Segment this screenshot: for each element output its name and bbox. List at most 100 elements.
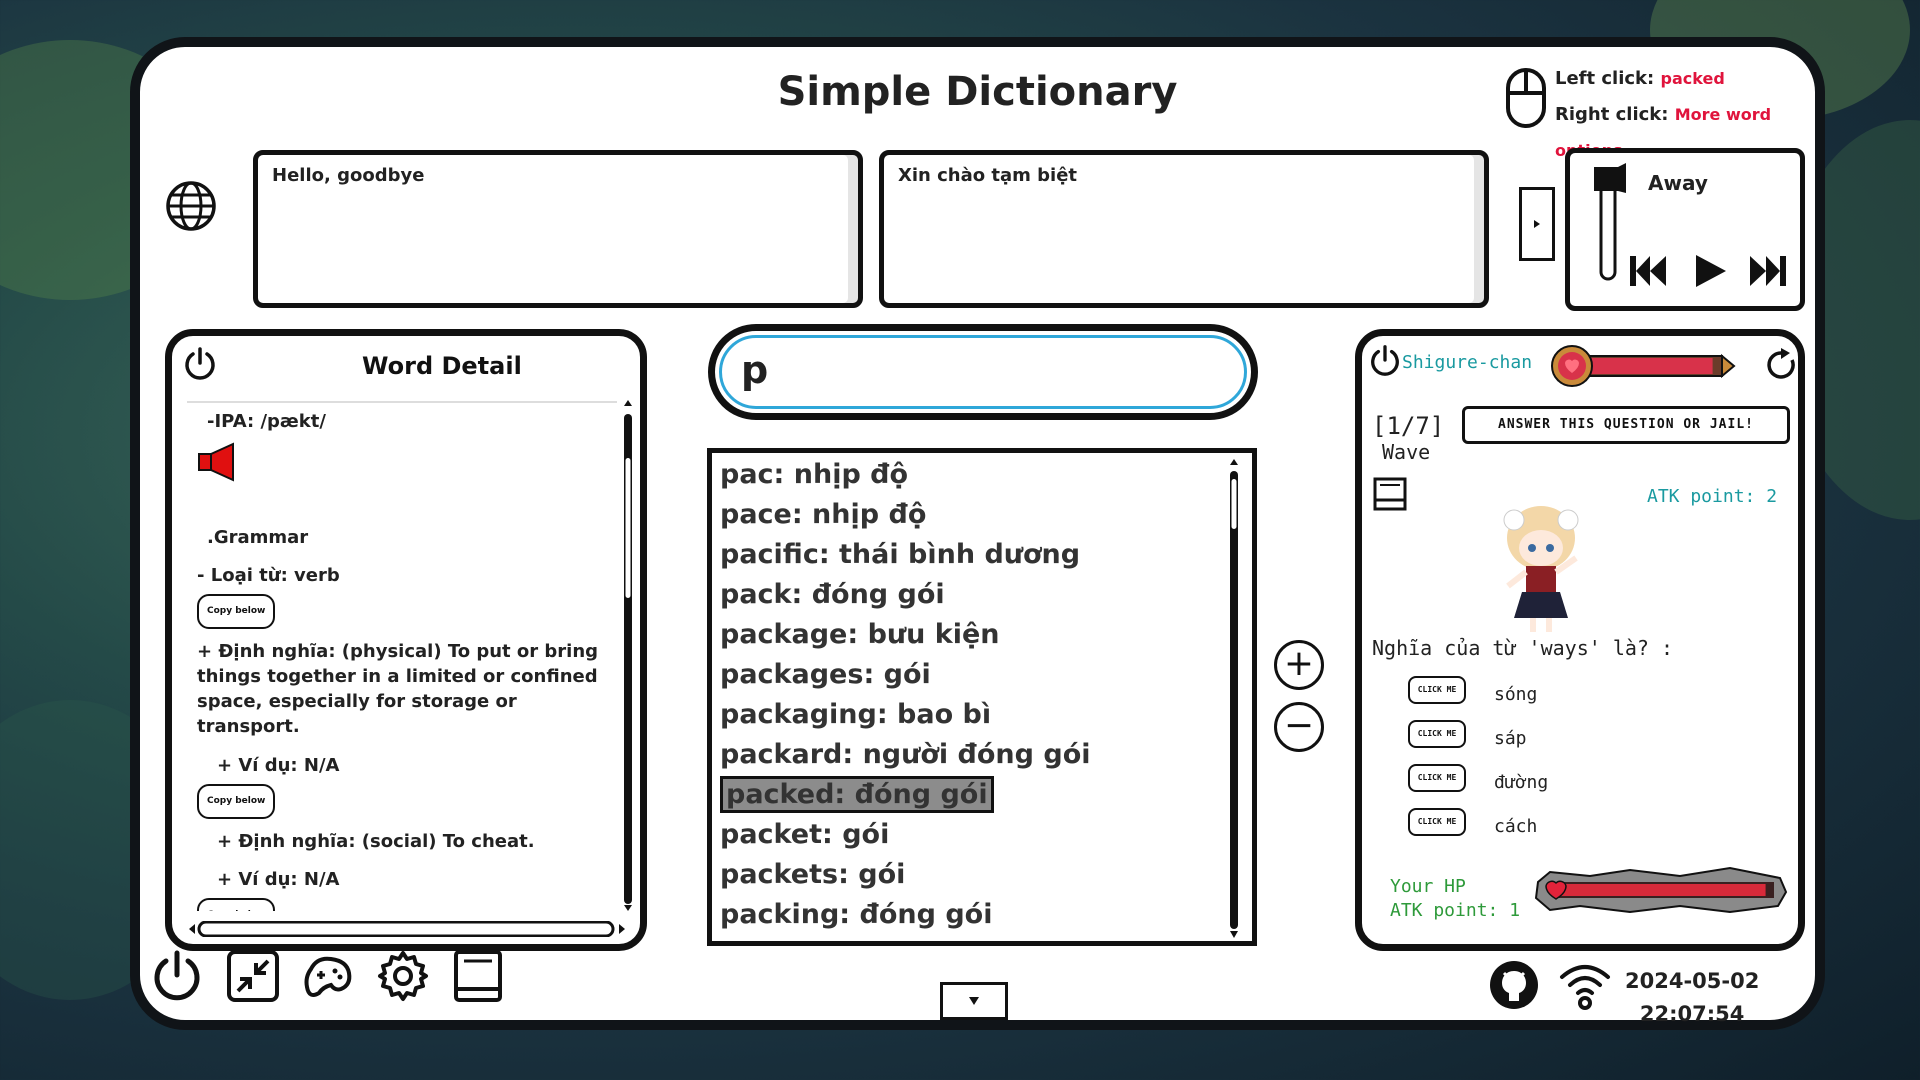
zoom-out-button[interactable]: − — [1274, 702, 1324, 752]
player-hp-label: Your HP — [1390, 876, 1466, 897]
click-me-button[interactable]: CLICK ME — [1408, 808, 1466, 836]
source-text-box[interactable]: Hello, goodbye — [253, 150, 863, 308]
word-list-item[interactable]: pac: nhịp độ — [716, 455, 1216, 495]
word-list-item-text: package: bưu kiện — [720, 619, 1000, 650]
volume-slider[interactable] — [1590, 163, 1630, 287]
search-input[interactable] — [741, 345, 1211, 395]
datetime: 2024-05-02 22:07:54 — [1625, 965, 1759, 1031]
word-detail-content: -IPA: /pækt/ .Grammar - Loại từ: verb Co… — [187, 401, 617, 911]
previous-track-icon[interactable] — [1628, 253, 1668, 293]
globe-icon[interactable] — [165, 180, 217, 236]
answer-option-label: đường — [1494, 772, 1549, 793]
game-panel: Shigure-chan [1/7] Wave ANSWER THIS QUES… — [1355, 329, 1805, 951]
character-name: Shigure-chan — [1402, 352, 1533, 373]
reload-icon[interactable] — [1765, 348, 1799, 386]
next-track-icon[interactable] — [1748, 253, 1788, 293]
word-list-item-text: packed: đóng gói — [720, 776, 994, 813]
music-player: Away — [1565, 148, 1805, 311]
left-click-value: packed — [1660, 69, 1725, 88]
book-icon[interactable] — [451, 949, 505, 1007]
word-list-item[interactable]: packaging: bao bì — [716, 695, 1216, 735]
game-power-icon[interactable] — [1368, 344, 1402, 382]
source-text: Hello, goodbye — [272, 165, 425, 186]
answer-option: CLICK ME sáp — [1408, 720, 1708, 764]
search-box — [708, 324, 1258, 420]
word-detail-panel: Word Detail -IPA: /pækt/ .Grammar - Loại… — [165, 329, 647, 951]
character-sprite — [1486, 496, 1596, 640]
copy-below-button[interactable]: Copy below — [197, 898, 276, 911]
gear-icon[interactable] — [376, 949, 430, 1007]
word-list-item-text: pack: đóng gói — [720, 579, 945, 610]
answer-option-label: cách — [1494, 816, 1538, 837]
play-icon[interactable] — [1692, 253, 1728, 293]
word-list-item[interactable]: pack: đóng gói — [716, 575, 1216, 615]
word-detail-power-icon[interactable] — [182, 346, 218, 386]
copy-below-button[interactable]: Copy below — [197, 784, 276, 819]
word-list-item[interactable]: packard: người đóng gói — [716, 735, 1216, 775]
question-text: Nghĩa của từ 'ways' là? : — [1372, 636, 1674, 660]
left-click-label: Left click: — [1555, 68, 1655, 89]
date-text: 2024-05-02 — [1625, 969, 1760, 993]
answer-option: CLICK ME cách — [1408, 808, 1708, 852]
copy-below-button[interactable]: Copy below — [197, 594, 276, 629]
click-me-button[interactable]: CLICK ME — [1408, 720, 1466, 748]
click-me-button[interactable]: CLICK ME — [1408, 764, 1466, 792]
ipa-text: -IPA: /pækt/ — [207, 411, 326, 432]
word-list-item-text: pacific: thái bình dương — [720, 539, 1081, 570]
word-list: pac: nhịp độ pace: nhịp độ pacific: thái b… — [707, 448, 1257, 946]
enemy-hp-bar — [1550, 344, 1740, 392]
target-text-box[interactable]: Xin chào tạm biệt — [879, 150, 1489, 308]
enemy-atk: ATK point: 2 — [1647, 486, 1778, 507]
word-list-item-text: packard: người đóng gói — [720, 739, 1091, 770]
word-list-item-text: pace: nhịp độ — [720, 499, 927, 530]
minimize-icon[interactable] — [226, 949, 280, 1007]
gamepad-icon[interactable] — [301, 949, 355, 1007]
word-list-item-text: packets: gói — [720, 859, 906, 890]
grammar-heading: .Grammar — [207, 527, 309, 548]
right-click-label: Right click: — [1555, 104, 1669, 125]
github-icon[interactable] — [1488, 959, 1540, 1015]
player-hp-bar — [1530, 862, 1790, 922]
wave-counter: [1/7] — [1372, 412, 1445, 440]
word-detail-title: Word Detail — [362, 352, 522, 380]
word-list-item-text: packages: gói — [720, 659, 931, 690]
word-list-item[interactable]: packets: gói — [716, 855, 1216, 895]
speech-text: ANSWER THIS QUESTION OR JAIL! — [1498, 417, 1754, 432]
word-list-scrollbar[interactable] — [1224, 457, 1244, 941]
app-window: Simple Dictionary Left click: packed Rig… — [130, 37, 1825, 1030]
speaker-icon[interactable] — [197, 442, 607, 489]
answer-option-label: sóng — [1494, 684, 1538, 705]
word-list-item[interactable]: pace: nhịp độ — [716, 495, 1216, 535]
word-list-item[interactable]: packing: đóng gói — [716, 895, 1216, 935]
word-list-item-text: packet: gói — [720, 819, 890, 850]
word-list-item[interactable]: packet: gói — [716, 815, 1216, 855]
example-1: + Ví dụ: N/A — [217, 755, 340, 776]
time-text: 22:07:54 — [1639, 1002, 1745, 1026]
word-list-item[interactable]: packed: đóng gói — [716, 775, 1216, 815]
wifi-icon[interactable] — [1558, 959, 1612, 1015]
wave-label: Wave — [1382, 440, 1431, 464]
word-list-item[interactable]: pacific: thái bình dương — [716, 535, 1216, 575]
word-list-item[interactable]: package: bưu kiện — [716, 615, 1216, 655]
word-detail-hscrollbar[interactable] — [187, 920, 627, 938]
click-me-button[interactable]: CLICK ME — [1408, 676, 1466, 704]
collapse-down-button[interactable] — [940, 982, 1008, 1020]
answer-option: CLICK ME đường — [1408, 764, 1708, 808]
player-atk: ATK point: 1 — [1390, 900, 1521, 921]
book-icon[interactable] — [1372, 476, 1408, 516]
power-icon[interactable] — [150, 949, 204, 1007]
zoom-in-button[interactable]: + — [1274, 640, 1324, 690]
track-name: Away — [1648, 171, 1708, 195]
expand-panel-button[interactable] — [1519, 187, 1555, 261]
answer-option-label: sáp — [1494, 728, 1527, 749]
mouse-icon — [1505, 67, 1547, 133]
word-list-item-text: pac: nhịp độ — [720, 459, 909, 490]
target-text: Xin chào tạm biệt — [898, 165, 1078, 186]
definition-1: + Định nghĩa: (physical) To put or bring… — [197, 641, 599, 737]
word-list-item-text: packaging: bao bì — [720, 699, 992, 730]
part-of-speech: - Loại từ: verb — [197, 565, 340, 586]
word-list-item-text: packing: đóng gói — [720, 899, 993, 930]
answer-option: CLICK ME sóng — [1408, 676, 1708, 720]
word-detail-vscrollbar[interactable] — [622, 398, 634, 913]
word-list-item[interactable]: packages: gói — [716, 655, 1216, 695]
